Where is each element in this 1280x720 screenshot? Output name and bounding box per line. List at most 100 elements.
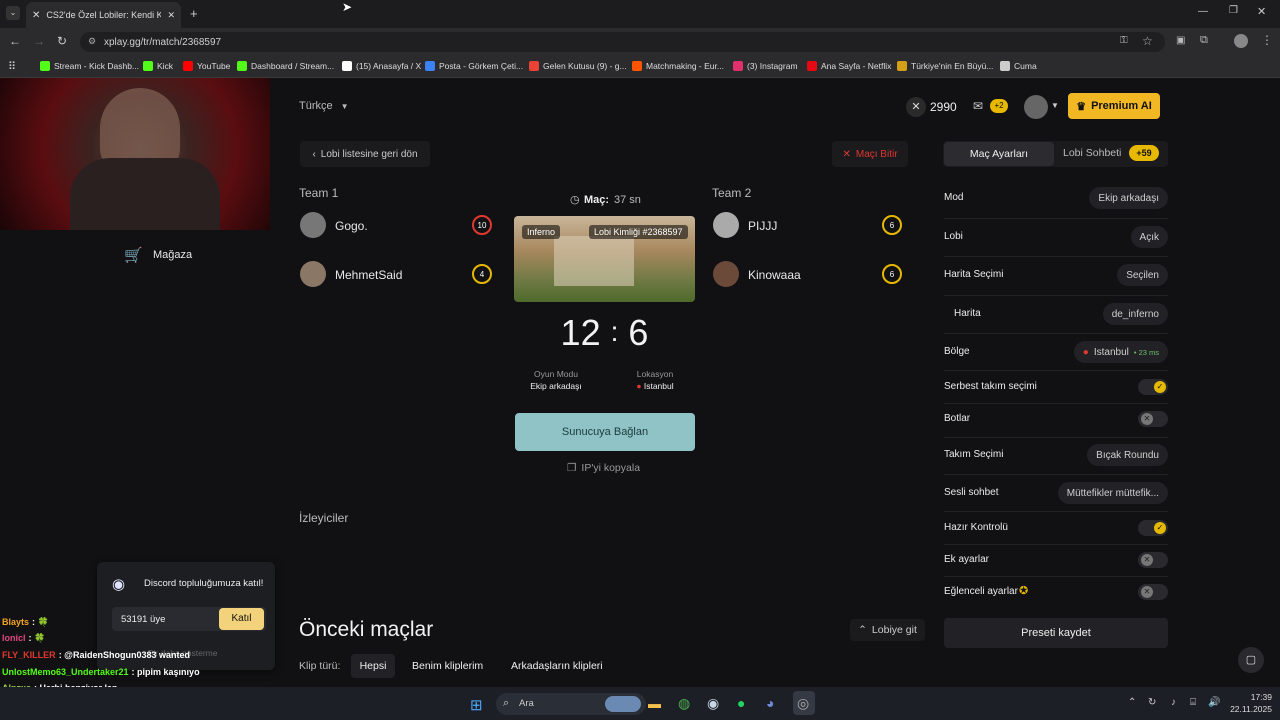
reload-icon[interactable]: ↻ bbox=[57, 34, 67, 48]
player-name[interactable]: MehmetSaid bbox=[335, 268, 402, 282]
profile-avatar[interactable] bbox=[1234, 34, 1248, 48]
new-tab-icon[interactable]: + bbox=[190, 6, 198, 21]
setting-toggle[interactable]: ✕ bbox=[1138, 411, 1168, 427]
setting-divider bbox=[944, 437, 1168, 438]
minimize-icon[interactable]: — bbox=[1198, 6, 1208, 17]
language-select[interactable]: Türkçe ▼ bbox=[299, 94, 363, 118]
window-close-icon[interactable]: ✕ bbox=[1257, 5, 1266, 18]
tab-lobby-chat[interactable]: Lobi Sohbeti bbox=[1063, 147, 1121, 159]
bookmark-item[interactable]: Ana Sayfa - Netflix bbox=[807, 61, 891, 71]
forward-icon[interactable]: → bbox=[33, 34, 45, 48]
tab-match-settings[interactable]: Maç Ayarları bbox=[944, 142, 1054, 166]
tab-close-icon[interactable]: ✕ bbox=[167, 10, 175, 21]
extension-icon[interactable]: ▣ bbox=[1176, 35, 1185, 46]
browser-tab[interactable]: ✕ CS2'de Özel Lobiler: Kendi Kura ✕ bbox=[26, 2, 181, 28]
user-avatar[interactable] bbox=[1024, 95, 1048, 119]
setting-toggle[interactable]: ✓ bbox=[1138, 379, 1168, 395]
player-name[interactable]: Kinowaaa bbox=[748, 268, 801, 282]
bookmark-star-icon[interactable]: ☆ bbox=[1142, 34, 1153, 48]
menu-kebab-icon[interactable]: ⋮ bbox=[1261, 33, 1273, 47]
chat-message: Blayts: 🍀 bbox=[2, 617, 49, 628]
gmail-icon bbox=[529, 61, 539, 71]
setting-value[interactable]: Seçilen bbox=[1117, 264, 1168, 286]
setting-value[interactable]: Müttefikler müttefik... bbox=[1057, 482, 1168, 504]
setting-toggle[interactable]: ✕ bbox=[1138, 584, 1168, 600]
connect-server-button[interactable]: Sunucuya Bağlan bbox=[515, 413, 695, 451]
shop-link[interactable]: Mağaza bbox=[153, 249, 192, 261]
go-to-lobby-button[interactable]: ⌃ Lobiye git bbox=[850, 619, 925, 641]
bookmark-item[interactable]: Matchmaking - Eur... bbox=[632, 61, 724, 71]
chrome-icon[interactable]: ◍ bbox=[678, 695, 690, 712]
clip-filter-all[interactable]: Hepsi bbox=[351, 654, 395, 678]
copy-ip-button[interactable]: ❐ IP'yi kopyala bbox=[567, 462, 640, 474]
key-icon[interactable]: ⚿ bbox=[1120, 35, 1128, 46]
ping-value: • 23 ms bbox=[1133, 347, 1159, 357]
bookmark-item[interactable]: Stream - Kick Dashb... bbox=[40, 61, 139, 71]
setting-toggle[interactable]: ✓ bbox=[1138, 520, 1168, 536]
player-name[interactable]: Gogo. bbox=[335, 219, 368, 233]
player-avatar[interactable] bbox=[713, 212, 739, 238]
tray-chevron-icon[interactable]: ⌃ bbox=[1128, 697, 1136, 708]
x-icon: ✕ bbox=[1141, 586, 1153, 598]
clock-date[interactable]: 22.11.2025 bbox=[1218, 704, 1272, 714]
bookmark-item[interactable]: Posta - Görkem Çeti... bbox=[425, 61, 523, 71]
tab-list-icon[interactable]: ⌄ bbox=[6, 6, 20, 20]
clip-filter-mine[interactable]: Benim kliplerim bbox=[412, 660, 483, 672]
player-avatar[interactable] bbox=[300, 212, 326, 238]
discord-members: 53191 üye bbox=[121, 614, 166, 625]
premium-button[interactable]: ♛ Premium AI bbox=[1068, 93, 1160, 119]
spotify-icon[interactable]: ● bbox=[737, 695, 745, 711]
windows-start-icon[interactable]: ⊞ bbox=[470, 696, 483, 714]
back-icon[interactable]: ← bbox=[9, 34, 21, 48]
chat-username: FLY_KILLER bbox=[2, 650, 56, 660]
bookmark-label: Kick bbox=[157, 61, 174, 71]
avatar-chevron-icon[interactable]: ▼ bbox=[1051, 101, 1059, 110]
mail-icon[interactable]: ✉ bbox=[973, 99, 983, 113]
chat-text: : 🍀 bbox=[32, 617, 49, 627]
url-input[interactable]: ⚙ xplay.gg/tr/match/2368597 bbox=[80, 32, 1165, 52]
bookmark-item[interactable]: YouTube bbox=[183, 61, 230, 71]
cart-icon[interactable]: 🛒 bbox=[124, 246, 143, 264]
discord-app-icon[interactable]: ◕ bbox=[766, 695, 774, 711]
player-avatar[interactable] bbox=[713, 261, 739, 287]
setting-value[interactable]: de_inferno bbox=[1102, 303, 1168, 325]
microphone-icon[interactable]: ♪ bbox=[1171, 697, 1176, 708]
previous-matches-title: Önceki maçlar bbox=[299, 618, 434, 641]
back-to-lobbies-button[interactable]: ‹ Lobi listesine geri dön bbox=[300, 141, 430, 167]
bookmark-item[interactable]: Gelen Kutusu (9) - g... bbox=[529, 61, 627, 71]
bookmark-label: Ana Sayfa - Netflix bbox=[821, 61, 892, 71]
chat-username: lonicl bbox=[2, 633, 26, 643]
bookmark-item[interactable]: Dashboard / Stream... bbox=[237, 61, 334, 71]
location-value: ● Istanbul bbox=[620, 381, 690, 391]
bookmark-item[interactable]: Türkiye'nin En Büyü... bbox=[897, 61, 993, 71]
location-text: Istanbul bbox=[643, 381, 674, 391]
bookmark-label: Matchmaking - Eur... bbox=[646, 61, 724, 71]
setting-value[interactable]: Ekip arkadaşı bbox=[1089, 187, 1168, 209]
support-chat-icon[interactable]: ▢ bbox=[1238, 647, 1264, 673]
network-icon[interactable]: ⌸ bbox=[1190, 697, 1196, 708]
player-avatar[interactable] bbox=[300, 261, 326, 287]
file-explorer-icon[interactable]: ▬ bbox=[648, 696, 661, 711]
clip-filter-friends[interactable]: Arkadaşların klipleri bbox=[511, 660, 603, 672]
save-preset-button[interactable]: Preseti kaydet bbox=[944, 618, 1168, 648]
extensions-puzzle-icon[interactable]: ⧉ bbox=[1200, 34, 1208, 47]
steam-icon[interactable]: ◉ bbox=[707, 695, 719, 712]
back-label: Lobi listesine geri dön bbox=[320, 148, 418, 160]
site-info-icon[interactable]: ⚙ bbox=[88, 36, 96, 47]
discord-join-button[interactable]: Katıl bbox=[219, 608, 264, 630]
restore-icon[interactable]: ❐ bbox=[1229, 5, 1238, 16]
setting-value[interactable]: Bıçak Roundu bbox=[1087, 444, 1168, 466]
obs-icon[interactable]: ◎ bbox=[797, 695, 809, 712]
bookmark-item[interactable]: Kick bbox=[143, 61, 173, 71]
end-match-button[interactable]: ✕ Maçı Bitir bbox=[832, 141, 908, 167]
bookmark-item[interactable]: Cuma bbox=[1000, 61, 1037, 71]
clock-time[interactable]: 17:39 bbox=[1228, 692, 1272, 702]
bookmark-item[interactable]: (3) Instagram bbox=[733, 61, 798, 71]
apps-grid-icon[interactable]: ⠿ bbox=[8, 60, 16, 73]
tray-app-icon[interactable]: ↻ bbox=[1148, 697, 1156, 708]
setting-toggle[interactable]: ✕ bbox=[1138, 552, 1168, 568]
player-name[interactable]: PIJJJ bbox=[748, 219, 777, 233]
bookmark-item[interactable]: (15) Anasayfa / X bbox=[342, 61, 421, 71]
setting-value[interactable]: Açık bbox=[1130, 226, 1168, 248]
setting-value[interactable]: ● Istanbul • 23 ms bbox=[1073, 341, 1168, 363]
